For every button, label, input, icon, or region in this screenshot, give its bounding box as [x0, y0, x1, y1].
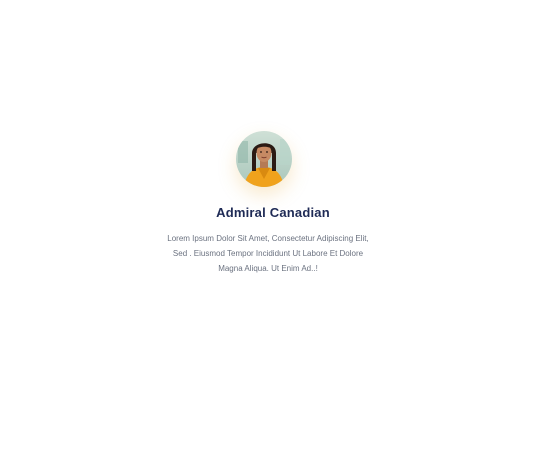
- profile-bio: Lorem Ipsum Dolor Sit Amet, Consectetur …: [153, 231, 383, 276]
- profile-page: Admiral Canadian Lorem Ipsum Dolor Sit A…: [0, 0, 546, 457]
- bio-line: Sed . Eiusmod Tempor Incididunt Ut Labor…: [172, 249, 364, 258]
- avatar-photo-icon: [236, 131, 292, 187]
- bio-line: Magna Aliqua. Ut Enim Ad..!: [218, 264, 318, 273]
- bio-line: Lorem Ipsum Dolor Sit Amet, Consectetur …: [167, 234, 369, 243]
- profile-name: Admiral Canadian: [216, 205, 330, 220]
- profile-card: Admiral Canadian Lorem Ipsum Dolor Sit A…: [0, 0, 546, 457]
- avatar: [236, 131, 292, 187]
